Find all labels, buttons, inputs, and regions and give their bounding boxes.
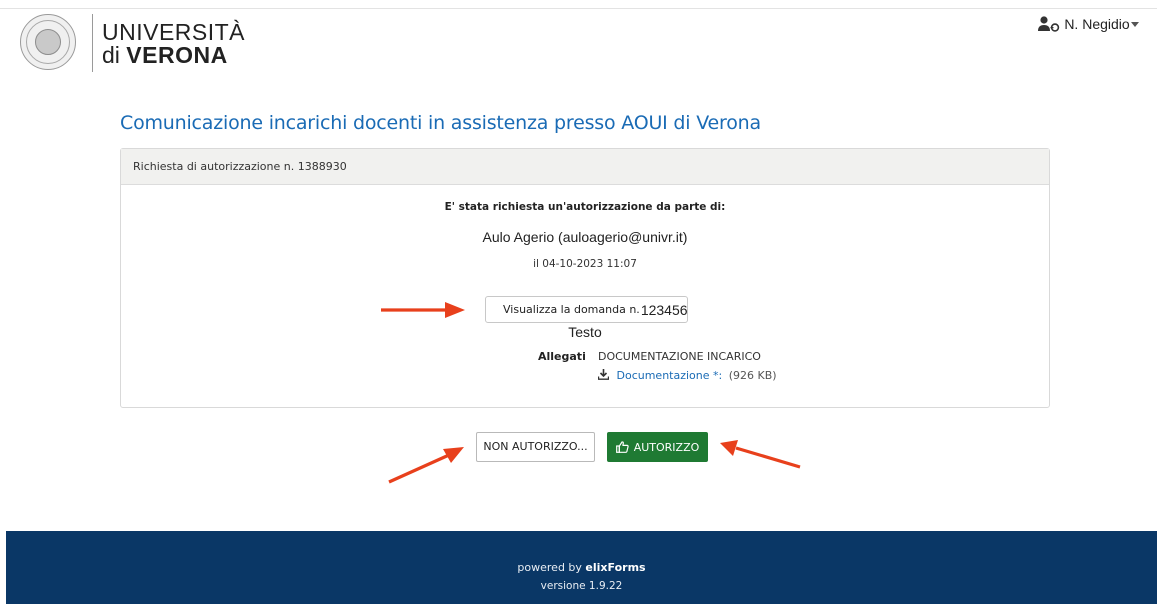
- brand-name: VERONA: [126, 42, 228, 68]
- footer-version: versione 1.9.22: [540, 580, 623, 592]
- approve-button[interactable]: AUTORIZZO: [607, 432, 708, 462]
- attachment-row: Documentazione *: (926 KB): [598, 369, 777, 382]
- application-number: 123456: [640, 301, 688, 318]
- footer: powered by elixForms versione 1.9.22: [6, 531, 1157, 604]
- arrow-to-approve-button: [720, 440, 801, 469]
- view-button-label: Visualizza la domanda n.: [503, 303, 640, 316]
- attachments-label: Allegati: [538, 350, 586, 363]
- footer-powered-by: powered by elixForms: [6, 561, 1157, 574]
- download-icon: [598, 369, 609, 380]
- powered-by-text: powered by: [517, 561, 582, 574]
- logo-divider: [92, 14, 93, 72]
- approve-label: AUTORIZZO: [633, 440, 700, 454]
- brand-university: UNIVERSITÀ: [102, 19, 246, 45]
- brand-verona: di VERONA: [102, 43, 228, 67]
- attachment-download-link[interactable]: Documentazione *:: [617, 369, 723, 382]
- request-date: il 04-10-2023 11:07: [533, 258, 637, 270]
- user-menu-name[interactable]: N. Negidio: [1062, 16, 1132, 33]
- user-shield-icon[interactable]: [1038, 16, 1060, 32]
- attachment-title: DOCUMENTAZIONE INCARICO: [598, 350, 761, 363]
- attachment-size: (926 KB): [728, 369, 777, 382]
- arrow-to-deny-button: [388, 447, 464, 484]
- testo-text: Testo: [568, 324, 602, 340]
- product-name: elixForms: [585, 561, 646, 574]
- caret-down-icon[interactable]: [1131, 22, 1139, 27]
- thumbs-up-icon: [615, 441, 629, 453]
- requester-name-email: Aulo Agerio (auloagerio@univr.it): [482, 229, 688, 245]
- page-title: Comunicazione incarichi docenti in assis…: [120, 112, 761, 134]
- view-application-button[interactable]: PDF Visualizza la domanda n. 123456: [485, 296, 688, 323]
- deny-button[interactable]: NON AUTORIZZO...: [476, 432, 595, 462]
- request-number-header: Richiesta di autorizzazione n. 1388930: [121, 149, 1049, 185]
- requested-by-label: E' stata richiesta un'autorizzazione da …: [444, 201, 726, 213]
- brand-di: di: [102, 42, 120, 68]
- university-seal-logo[interactable]: [20, 14, 76, 70]
- authorization-panel: Richiesta di autorizzazione n. 1388930 E…: [120, 148, 1050, 408]
- top-border: [0, 8, 1157, 9]
